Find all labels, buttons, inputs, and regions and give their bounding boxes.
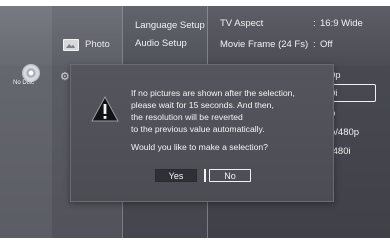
focus-marker — [204, 169, 206, 182]
photo-icon — [63, 39, 79, 51]
category-photo[interactable]: Photo — [85, 39, 110, 50]
setting-separator: : — [313, 18, 316, 29]
top-border — [0, 0, 390, 6]
resolution-option[interactable]: p/480p — [330, 127, 359, 138]
warning-icon — [91, 96, 119, 122]
setting-movie-frame-label[interactable]: Movie Frame (24 Fs) — [220, 39, 308, 50]
setting-tv-aspect-value: 16:9 Wide — [320, 18, 363, 29]
disc-status-label: No Disc — [13, 80, 35, 86]
setting-movie-frame-value: Off — [320, 39, 333, 50]
dialog-message-line: the resolution will be reverted — [131, 112, 243, 122]
setting-separator: : — [313, 39, 316, 50]
yes-button[interactable]: Yes — [155, 169, 197, 182]
menu-item-language-setup[interactable]: Language Setup — [135, 20, 205, 31]
resolution-confirm-dialog: If no pictures are shown after the selec… — [70, 64, 334, 202]
bottom-border — [0, 238, 390, 244]
dialog-message-line: to the previous value automatically. — [131, 124, 265, 134]
settings-gear-icon: ⚙ — [60, 71, 70, 83]
dialog-message-line: please wait for 15 seconds. And then, — [131, 100, 274, 110]
setting-tv-aspect-label[interactable]: TV Aspect — [220, 18, 263, 29]
device-rail — [0, 6, 52, 238]
no-button[interactable]: No — [209, 169, 251, 182]
dialog-message-line: If no pictures are shown after the selec… — [131, 88, 295, 98]
dialog-question: Would you like to make a selection? — [131, 142, 268, 152]
menu-item-audio-setup[interactable]: Audio Setup — [135, 38, 187, 49]
settings-screen: No Disc Photo ⚙ Language Setup Audio Set… — [0, 0, 390, 244]
